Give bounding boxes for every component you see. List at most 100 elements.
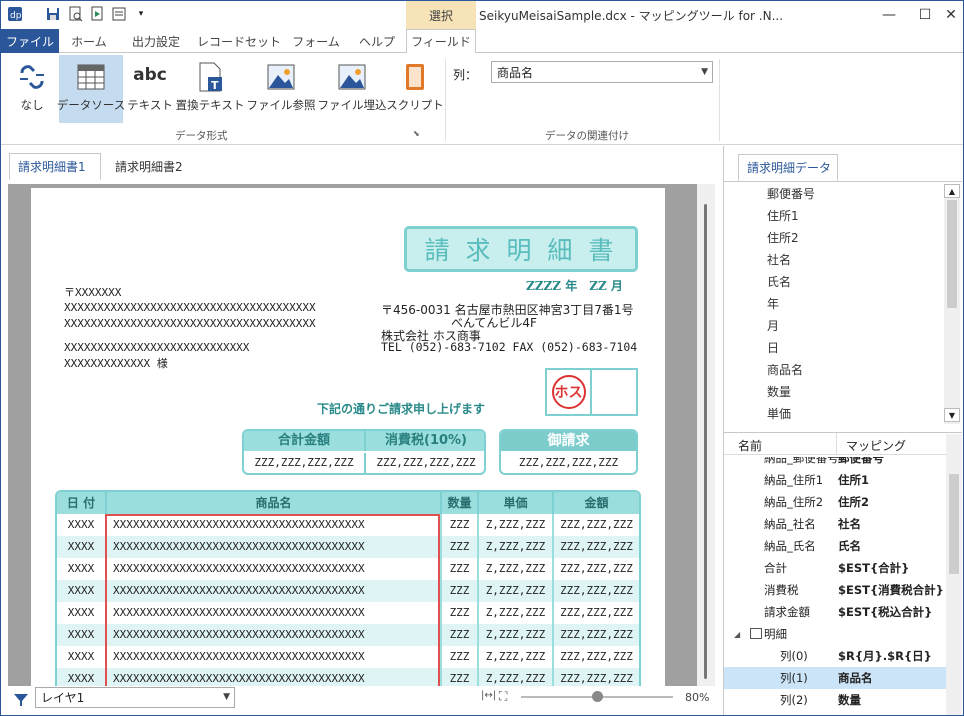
header-name[interactable]: 名前: [738, 437, 762, 454]
table-cell-date[interactable]: XXXX: [57, 646, 105, 668]
table-cell-qty[interactable]: ZZZ: [440, 580, 477, 602]
mapping-row[interactable]: ◢ 明細: [724, 623, 946, 645]
document-viewer[interactable]: 請 求 明 細 書 ZZZZ 年 ZZ 月 〒XXXXXXX XXXXXXXXX…: [8, 184, 715, 686]
mapping-row[interactable]: 列(0) $R{月}.$R{日}: [724, 645, 946, 667]
app-logo-icon[interactable]: dp: [7, 6, 23, 22]
mapping-scroll-thumb[interactable]: [949, 474, 959, 574]
filter-icon[interactable]: [13, 692, 29, 711]
mapping-row[interactable]: 納品_郵便番号 郵便番号: [724, 457, 946, 469]
tab-form[interactable]: フォーム: [287, 29, 345, 53]
total-amount-value[interactable]: ZZZ,ZZZ,ZZZ,ZZZ: [244, 453, 364, 473]
table-cell-price[interactable]: Z,ZZZ,ZZZ: [477, 668, 552, 686]
recipient-company[interactable]: XXXXXXXXXXXXXXXXXXXXXXXXXXXX: [64, 341, 249, 354]
tax-value[interactable]: ZZZ,ZZZ,ZZZ,ZZZ: [364, 453, 484, 473]
field-list-item[interactable]: 郵便番号: [724, 183, 944, 205]
group-launcher-icon[interactable]: ⬊: [413, 129, 420, 138]
minimize-icon[interactable]: —: [869, 1, 909, 29]
header-mapping[interactable]: マッピング: [846, 437, 906, 454]
layer-select[interactable]: レイヤ1 ▼: [35, 687, 235, 708]
doc-tab-1[interactable]: 請求明細書1: [9, 153, 101, 180]
table-cell-qty[interactable]: ZZZ: [440, 668, 477, 686]
form-icon[interactable]: [111, 6, 127, 22]
table-cell-date[interactable]: XXXX: [57, 558, 105, 580]
table-cell-qty[interactable]: ZZZ: [440, 646, 477, 668]
table-cell-amount[interactable]: ZZZ,ZZZ,ZZZ: [552, 536, 639, 558]
field-list-item[interactable]: 月: [724, 315, 944, 337]
script-button[interactable]: スクリプト: [386, 55, 444, 123]
table-cell-price[interactable]: Z,ZZZ,ZZZ: [477, 580, 552, 602]
field-list-scroll-thumb[interactable]: [947, 200, 957, 308]
text-button[interactable]: abc テキスト: [127, 55, 173, 123]
table-cell-item[interactable]: XXXXXXXXXXXXXXXXXXXXXXXXXXXXXXXXXXXXXX: [105, 602, 440, 624]
table-cell-item[interactable]: XXXXXXXXXXXXXXXXXXXXXXXXXXXXXXXXXXXXXX: [105, 514, 440, 536]
file-reference-button[interactable]: ファイル参照: [247, 55, 316, 123]
field-list-scrollbar[interactable]: ▲ ▼: [944, 184, 960, 424]
table-cell-date[interactable]: XXXX: [57, 624, 105, 646]
recipient-postal[interactable]: 〒XXXXXXX: [64, 284, 121, 300]
datasource-button[interactable]: データソース: [57, 55, 125, 123]
table-cell-date[interactable]: XXXX: [57, 580, 105, 602]
table-cell-amount[interactable]: ZZZ,ZZZ,ZZZ: [552, 580, 639, 602]
tab-recordset[interactable]: レコードセット: [197, 29, 281, 53]
mapping-row[interactable]: 納品_住所1 住所1: [724, 469, 946, 491]
tab-help[interactable]: ヘルプ: [351, 29, 403, 53]
fit-width-icon[interactable]: |↔|: [481, 690, 496, 701]
column-select[interactable]: 商品名 ▼: [491, 61, 713, 83]
fit-page-icon[interactable]: ⛶: [499, 689, 507, 704]
tab-output-settings[interactable]: 出力設定: [121, 29, 191, 53]
table-cell-qty[interactable]: ZZZ: [440, 558, 477, 580]
mapping-row[interactable]: 納品_住所2 住所2: [724, 491, 946, 513]
table-cell-item[interactable]: XXXXXXXXXXXXXXXXXXXXXXXXXXXXXXXXXXXXXX: [105, 580, 440, 602]
table-cell-date[interactable]: XXXX: [57, 602, 105, 624]
table-cell-item[interactable]: XXXXXXXXXXXXXXXXXXXXXXXXXXXXXXXXXXXXXX: [105, 558, 440, 580]
table-cell-amount[interactable]: ZZZ,ZZZ,ZZZ: [552, 602, 639, 624]
scroll-up-icon[interactable]: ▲: [944, 184, 960, 198]
invoice-date[interactable]: ZZZZ 年 ZZ 月: [526, 277, 623, 294]
field-list-item[interactable]: 社名: [724, 249, 944, 271]
mapping-row[interactable]: 列(1) 商品名: [724, 667, 946, 689]
table-cell-qty[interactable]: ZZZ: [440, 624, 477, 646]
invoice-title[interactable]: 請 求 明 細 書: [404, 226, 638, 272]
recipient-address-2[interactable]: XXXXXXXXXXXXXXXXXXXXXXXXXXXXXXXXXXXXXX: [64, 317, 316, 330]
replace-text-button[interactable]: T 置換テキスト: [176, 55, 244, 123]
table-cell-item[interactable]: XXXXXXXXXXXXXXXXXXXXXXXXXXXXXXXXXXXXXX: [105, 668, 440, 686]
table-cell-amount[interactable]: ZZZ,ZZZ,ZZZ: [552, 668, 639, 686]
table-cell-item[interactable]: XXXXXXXXXXXXXXXXXXXXXXXXXXXXXXXXXXXXXX: [105, 646, 440, 668]
file-embed-button[interactable]: ファイル埋込: [318, 55, 387, 123]
table-cell-amount[interactable]: ZZZ,ZZZ,ZZZ: [552, 624, 639, 646]
viewer-scroll-thumb[interactable]: [704, 204, 707, 679]
field-list-item[interactable]: 住所1: [724, 205, 944, 227]
scroll-down-icon[interactable]: ▼: [944, 408, 960, 422]
table-cell-price[interactable]: Z,ZZZ,ZZZ: [477, 624, 552, 646]
mapping-row[interactable]: 合計 $EST{合計}: [724, 557, 946, 579]
field-list-item[interactable]: 数量: [724, 381, 944, 403]
customize-toolbar-icon[interactable]: ▾: [133, 6, 149, 22]
table-cell-price[interactable]: Z,ZZZ,ZZZ: [477, 514, 552, 536]
expand-icon[interactable]: ◢: [734, 630, 740, 639]
mapping-row[interactable]: 納品_社名 社名: [724, 513, 946, 535]
print-preview-icon[interactable]: [67, 6, 83, 22]
table-cell-price[interactable]: Z,ZZZ,ZZZ: [477, 602, 552, 624]
table-cell-price[interactable]: Z,ZZZ,ZZZ: [477, 646, 552, 668]
table-cell-amount[interactable]: ZZZ,ZZZ,ZZZ: [552, 646, 639, 668]
tab-file[interactable]: ファイル: [1, 29, 59, 53]
tab-home[interactable]: ホーム: [63, 29, 115, 53]
table-cell-item[interactable]: XXXXXXXXXXXXXXXXXXXXXXXXXXXXXXXXXXXXXX: [105, 624, 440, 646]
table-cell-amount[interactable]: ZZZ,ZZZ,ZZZ: [552, 514, 639, 536]
field-list-item[interactable]: 日: [724, 337, 944, 359]
table-cell-amount[interactable]: ZZZ,ZZZ,ZZZ: [552, 558, 639, 580]
table-cell-price[interactable]: Z,ZZZ,ZZZ: [477, 558, 552, 580]
close-icon[interactable]: ✕: [931, 1, 964, 29]
table-cell-date[interactable]: XXXX: [57, 514, 105, 536]
mapping-scrollbar[interactable]: [946, 434, 962, 715]
run-icon[interactable]: [89, 6, 105, 22]
table-cell-date[interactable]: XXXX: [57, 536, 105, 558]
field-list-item[interactable]: 単価: [724, 403, 944, 425]
mapping-row[interactable]: 請求金額 $EST{税込合計}: [724, 601, 946, 623]
recipient-address-1[interactable]: XXXXXXXXXXXXXXXXXXXXXXXXXXXXXXXXXXXXXX: [64, 301, 316, 314]
mapping-row[interactable]: 消費税 $EST{消費税合計}: [724, 579, 946, 601]
mapping-row[interactable]: 列(2) 数量: [724, 689, 946, 711]
billing-value[interactable]: ZZZ,ZZZ,ZZZ,ZZZ: [501, 453, 636, 473]
table-cell-date[interactable]: XXXX: [57, 668, 105, 686]
table-cell-qty[interactable]: ZZZ: [440, 602, 477, 624]
